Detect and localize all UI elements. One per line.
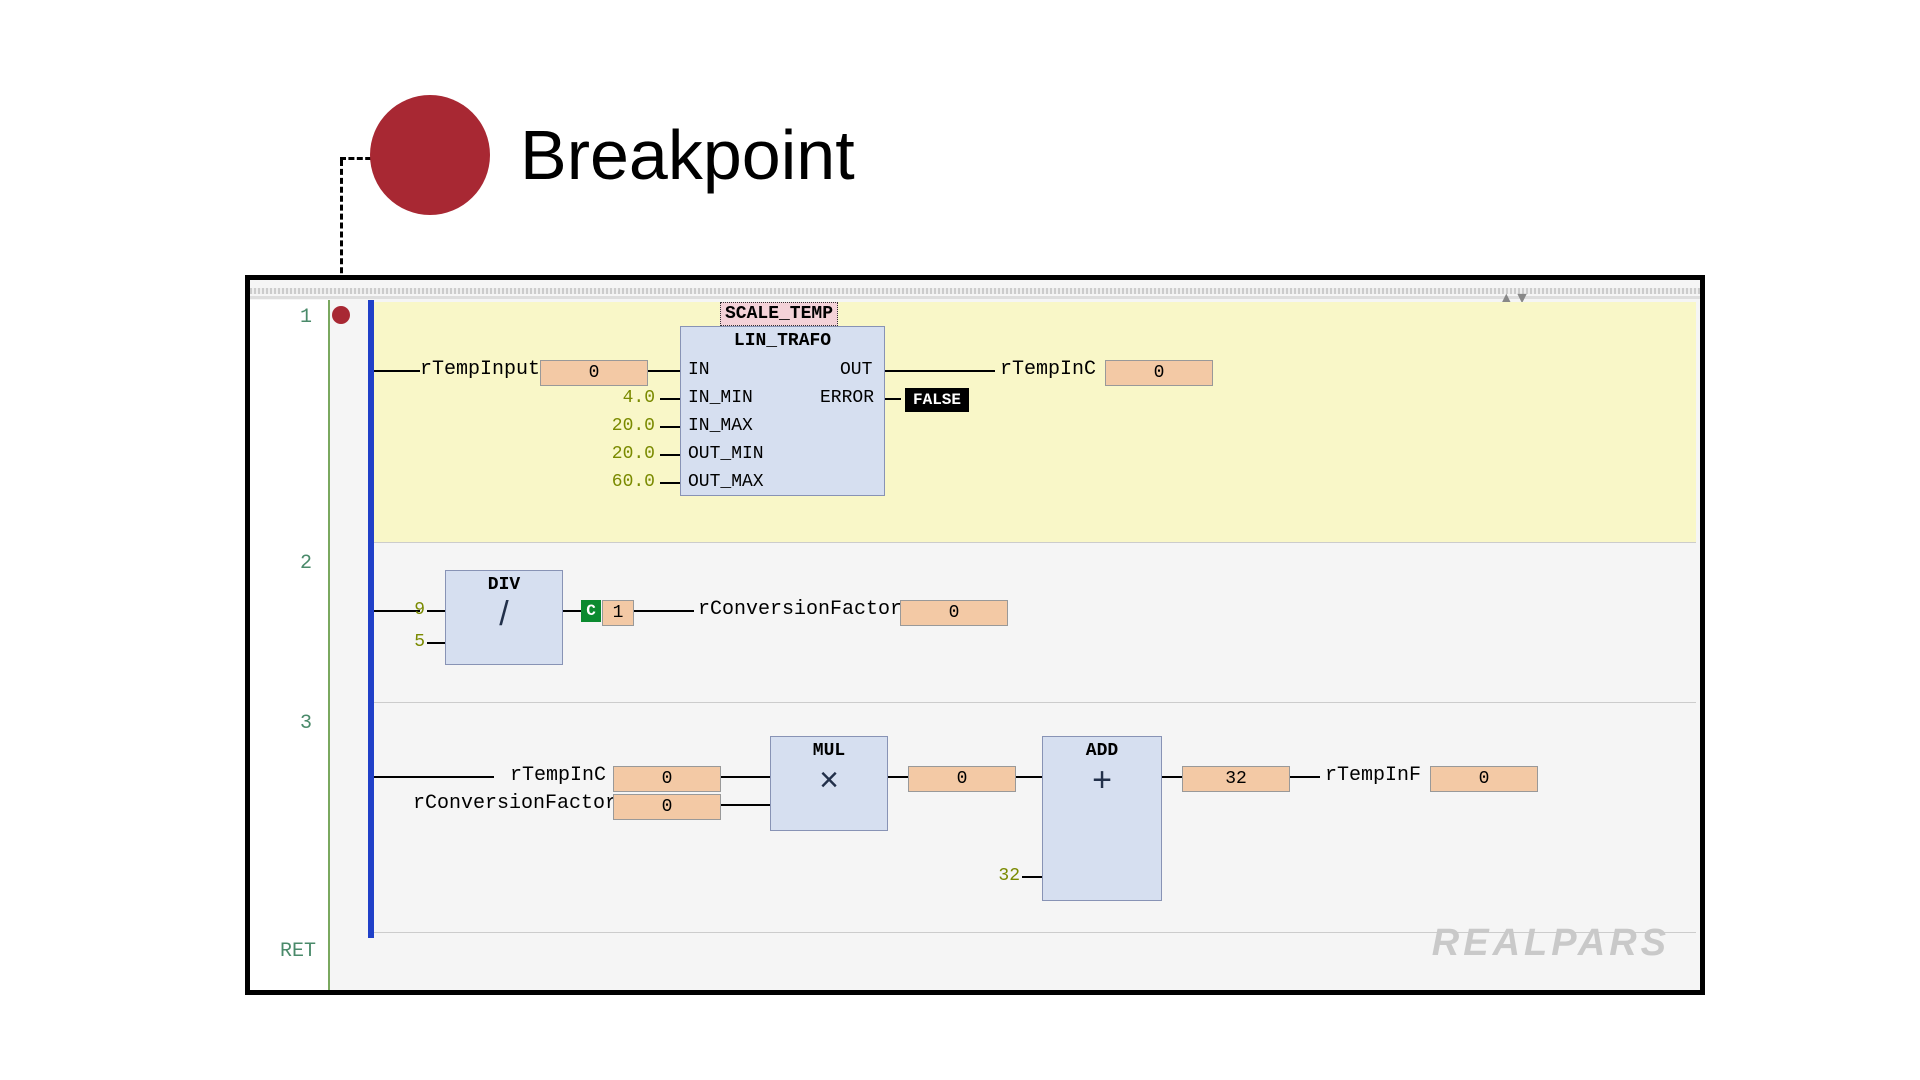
div-c-val: 1 xyxy=(602,600,634,626)
gutter xyxy=(250,300,328,990)
add-title: ADD xyxy=(1043,737,1161,761)
value-rtempinc: 0 xyxy=(1105,360,1213,386)
mul-block[interactable]: MUL × xyxy=(770,736,888,831)
value-rconvfactor-in: 0 xyxy=(613,794,721,820)
value-rconvfactor: 0 xyxy=(900,600,1008,626)
c-badge: C xyxy=(581,600,601,622)
port-in-max: IN_MAX xyxy=(688,416,753,436)
const-out-min: 20.0 xyxy=(600,444,655,464)
var-rtempinput[interactable]: rTempInput xyxy=(420,358,540,381)
div-in2: 5 xyxy=(400,632,425,652)
network-1-highlight xyxy=(374,302,1696,542)
value-rtempinf: 0 xyxy=(1430,766,1538,792)
port-error: ERROR xyxy=(820,388,874,408)
div-title: DIV xyxy=(446,571,562,595)
network-number-1: 1 xyxy=(300,306,312,329)
div-in1: 9 xyxy=(400,600,425,620)
add-op: + xyxy=(1043,761,1161,800)
port-out-max: OUT_MAX xyxy=(688,472,764,492)
logo: REALPARS xyxy=(1432,922,1670,965)
port-out-min: OUT_MIN xyxy=(688,444,764,464)
breakpoint-icon-large xyxy=(370,95,490,215)
value-rtempinc-in: 0 xyxy=(613,766,721,792)
value-rtempinput: 0 xyxy=(540,360,648,386)
const-in-max: 20.0 xyxy=(600,416,655,436)
port-in-min: IN_MIN xyxy=(688,388,753,408)
network-number-3: 3 xyxy=(300,712,312,735)
ret-label: RET xyxy=(280,940,316,963)
add-const-32: 32 xyxy=(990,866,1020,886)
var-rtempinc-in[interactable]: rTempInC xyxy=(510,764,606,787)
block-title: LIN_TRAFO xyxy=(681,327,884,351)
div-block[interactable]: DIV / xyxy=(445,570,563,665)
port-in: IN xyxy=(688,360,710,380)
value-add-mid: 32 xyxy=(1182,766,1290,792)
mul-op: × xyxy=(771,761,887,800)
const-out-max: 60.0 xyxy=(600,472,655,492)
var-rconvfactor[interactable]: rConversionFactor xyxy=(698,598,902,621)
fbd-editor: ▲▼ 1 2 3 RET SCALE_TEMP LIN_TRAFO IN IN_… xyxy=(245,275,1705,995)
value-mul-out: 0 xyxy=(908,766,1016,792)
breakpoint-marker[interactable] xyxy=(332,306,350,324)
add-block[interactable]: ADD + xyxy=(1042,736,1162,901)
page-title: Breakpoint xyxy=(520,115,855,195)
const-in-min: 4.0 xyxy=(600,388,655,408)
div-op: / xyxy=(446,595,562,634)
network-number-2: 2 xyxy=(300,552,312,575)
var-rtempinc-out[interactable]: rTempInC xyxy=(1000,358,1096,381)
port-out: OUT xyxy=(840,360,872,380)
var-rtempinf[interactable]: rTempInF xyxy=(1325,764,1421,787)
error-value: FALSE xyxy=(905,388,969,412)
fb-instance-name[interactable]: SCALE_TEMP xyxy=(720,302,838,326)
lin-trafo-block[interactable]: LIN_TRAFO xyxy=(680,326,885,496)
var-rconvfactor-in[interactable]: rConversionFactor xyxy=(413,792,617,815)
mul-title: MUL xyxy=(771,737,887,761)
